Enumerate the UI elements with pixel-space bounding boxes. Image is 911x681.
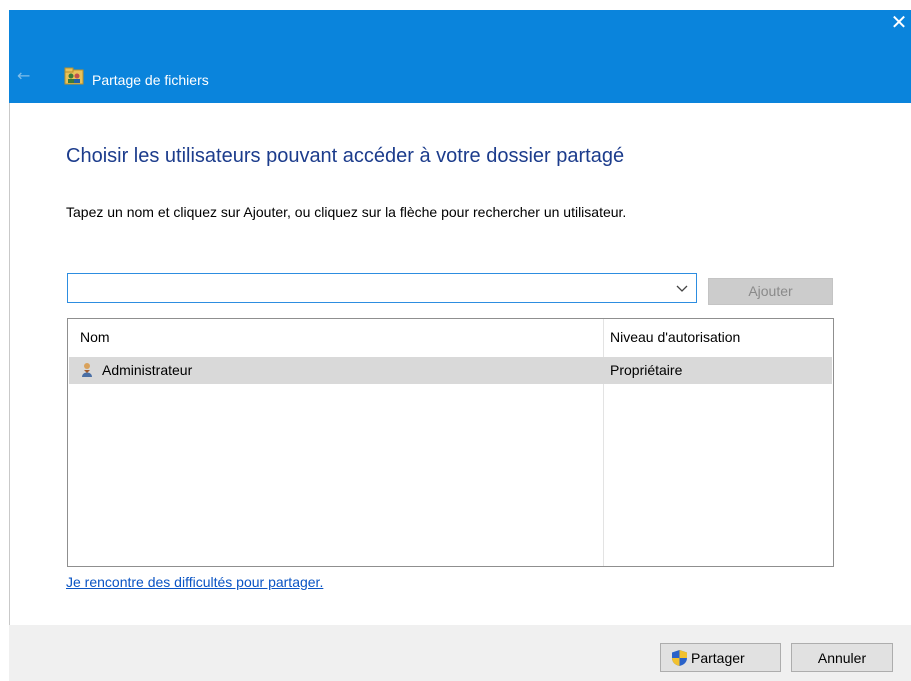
column-header-permission[interactable]: Niveau d'autorisation — [610, 329, 740, 345]
add-button[interactable]: Ajouter — [708, 278, 833, 305]
cancel-button-label: Annuler — [817, 650, 867, 666]
user-name-combobox[interactable] — [67, 273, 697, 303]
share-button[interactable]: Partager — [660, 643, 781, 672]
user-name-input[interactable] — [72, 278, 666, 300]
share-button-label: Partager — [691, 650, 745, 666]
help-link[interactable]: Je rencontre des difficultés pour partag… — [66, 574, 323, 590]
back-arrow-icon[interactable]: ← — [17, 66, 30, 85]
window-top-edge — [0, 0, 911, 10]
user-icon — [82, 363, 92, 377]
table-row[interactable]: Administrateur Propriétaire — [69, 357, 832, 384]
permission-cell[interactable]: Propriétaire — [610, 362, 682, 378]
folder-users-icon — [64, 67, 84, 85]
users-table: Nom Niveau d'autorisation Administrateur… — [67, 318, 834, 567]
column-header-name[interactable]: Nom — [80, 329, 110, 345]
chevron-down-icon[interactable] — [674, 280, 690, 296]
instruction-text: Tapez un nom et cliquez sur Ajouter, ou … — [66, 204, 627, 220]
close-button[interactable]: ✕ — [887, 10, 911, 34]
window-title: Partage de fichiers — [92, 72, 209, 88]
cancel-button[interactable]: Annuler — [791, 643, 893, 672]
page-heading: Choisir les utilisateurs pouvant accéder… — [66, 145, 625, 167]
back-button[interactable]: ← — [17, 66, 30, 85]
title-bar — [9, 10, 911, 103]
shield-icon — [672, 650, 687, 666]
close-icon[interactable]: ✕ — [891, 10, 908, 34]
user-name-cell: Administrateur — [102, 362, 193, 378]
